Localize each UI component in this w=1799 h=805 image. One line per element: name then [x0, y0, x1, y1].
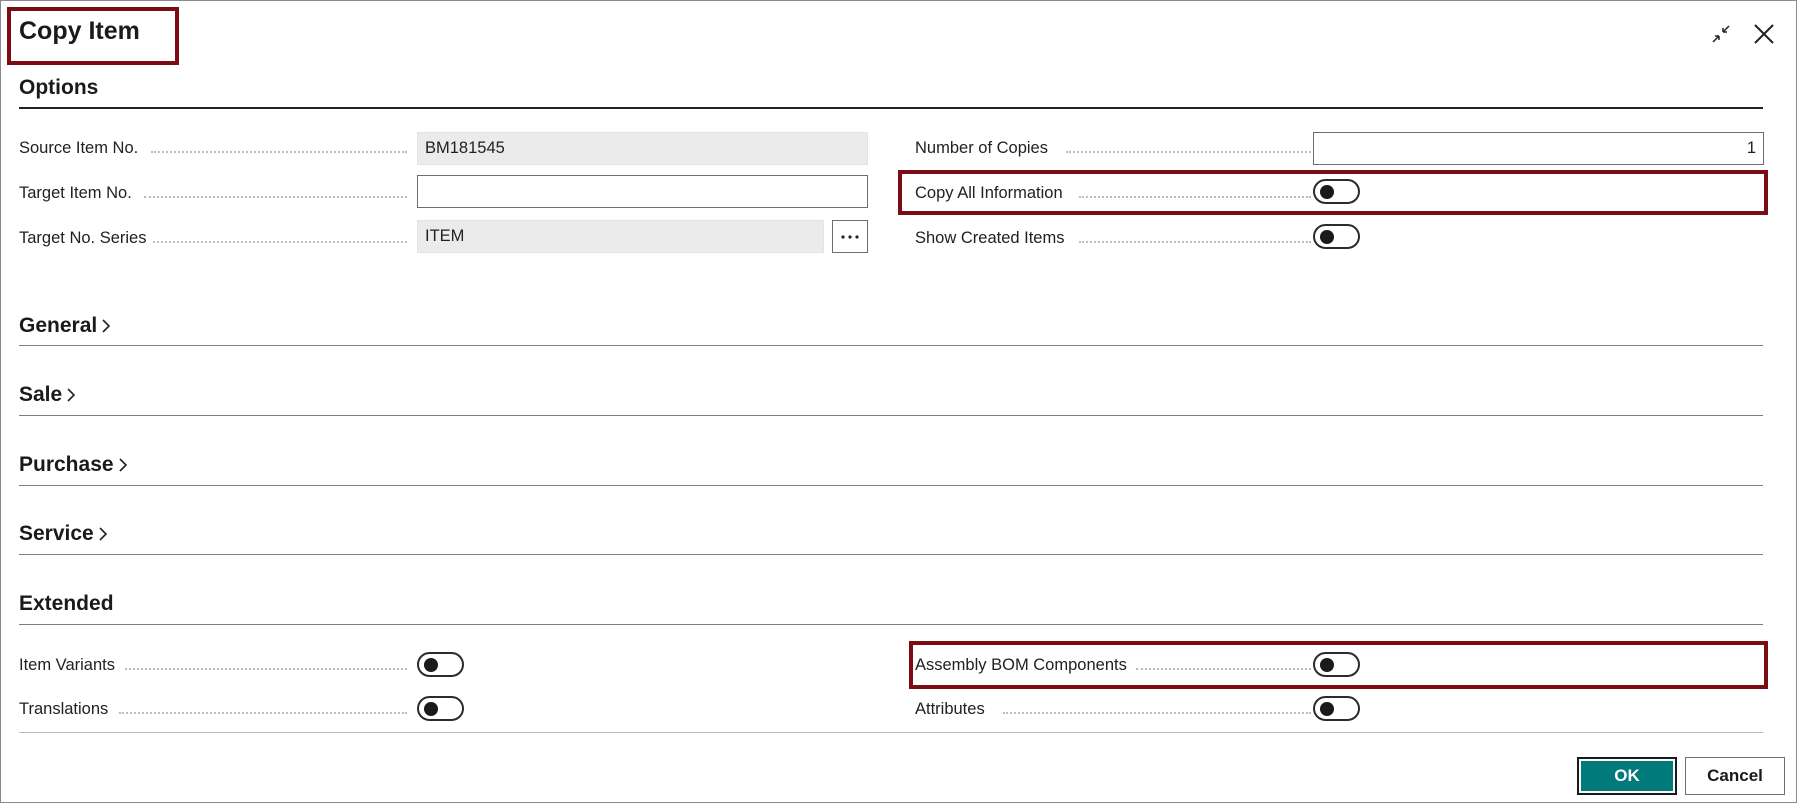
toggle-knob [1320, 230, 1334, 244]
close-icon[interactable] [1747, 17, 1781, 51]
purchase-divider [19, 485, 1763, 486]
purchase-section-header[interactable]: Purchase [19, 453, 128, 477]
item-variants-toggle[interactable] [417, 652, 464, 677]
extended-section-title: Extended [19, 592, 114, 615]
leader-dots [119, 712, 407, 714]
number-of-copies-label: Number of Copies [915, 139, 1048, 157]
leader-dots [1003, 712, 1311, 714]
target-item-no-label: Target Item No. [19, 184, 132, 202]
sale-section-title: Sale [19, 383, 63, 406]
show-created-items-toggle[interactable] [1313, 224, 1360, 249]
collapse-arrows-icon[interactable] [1704, 17, 1738, 51]
general-section-title: General [19, 314, 98, 337]
attributes-toggle[interactable] [1313, 696, 1360, 721]
leader-dots [1079, 241, 1311, 243]
attributes-label: Attributes [915, 700, 985, 718]
leader-dots [144, 196, 407, 198]
target-no-series-field[interactable]: ITEM [417, 220, 824, 253]
options-heading: Options [19, 76, 98, 100]
service-section-title: Service [19, 522, 94, 545]
translations-toggle[interactable] [417, 696, 464, 721]
ellipsis-icon[interactable] [832, 220, 868, 253]
leader-dots [153, 241, 407, 243]
leader-dots [151, 151, 407, 153]
toggle-knob [1320, 185, 1334, 199]
assembly-bom-components-label: Assembly BOM Components [915, 656, 1127, 674]
copy-all-information-label: Copy All Information [915, 184, 1063, 202]
sale-divider [19, 415, 1763, 416]
show-created-items-label: Show Created Items [915, 229, 1065, 247]
general-section-header[interactable]: General [19, 314, 111, 338]
title-highlight-box [7, 7, 179, 65]
toggle-knob [424, 702, 438, 716]
chevron-right-icon [99, 527, 107, 541]
copy-all-information-toggle[interactable] [1313, 179, 1360, 204]
copy-item-dialog: Copy Item Options Source Item No. BM1815… [0, 0, 1797, 803]
purchase-section-title: Purchase [19, 453, 114, 476]
service-divider [19, 554, 1763, 555]
cancel-button[interactable]: Cancel [1685, 757, 1785, 795]
leader-dots [1079, 196, 1311, 198]
chevron-right-icon [118, 458, 127, 472]
leader-dots [1066, 151, 1311, 153]
options-heading-text: Options [19, 76, 99, 99]
extended-divider [19, 624, 1763, 625]
general-divider [19, 345, 1763, 346]
extended-section-header[interactable]: Extended [19, 592, 114, 616]
translations-label: Translations [19, 700, 109, 718]
toggle-knob [424, 658, 438, 672]
options-divider [19, 107, 1763, 109]
toggle-knob [1320, 702, 1334, 716]
ok-button[interactable]: OK [1577, 757, 1677, 795]
toggle-knob [1320, 658, 1334, 672]
leader-dots [125, 668, 407, 670]
number-of-copies-input[interactable]: 1 [1313, 132, 1764, 165]
chevron-right-icon [67, 388, 76, 402]
target-no-series-label: Target No. Series [19, 229, 147, 247]
chevron-right-icon [102, 319, 111, 333]
sale-section-header[interactable]: Sale [19, 383, 76, 407]
source-item-no-label: Source Item No. [19, 139, 139, 157]
assembly-bom-components-toggle[interactable] [1313, 652, 1360, 677]
footer-divider [19, 732, 1763, 733]
service-section-header[interactable]: Service [19, 522, 108, 546]
item-variants-label: Item Variants [19, 656, 115, 674]
leader-dots [1136, 668, 1311, 670]
target-item-no-input[interactable] [417, 175, 868, 208]
source-item-no-field: BM181545 [417, 132, 868, 165]
